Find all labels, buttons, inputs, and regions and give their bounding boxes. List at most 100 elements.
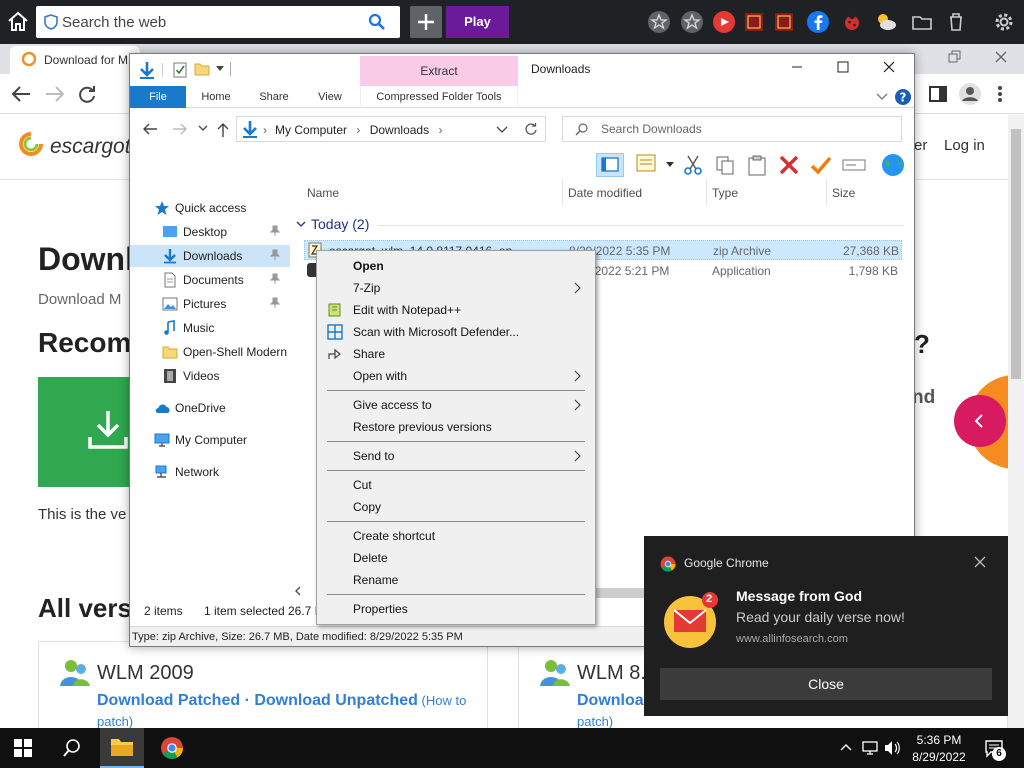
more-vertical-icon[interactable] [996,84,1004,104]
add-button[interactable] [410,6,442,38]
pin-icon[interactable] [270,225,280,237]
nav-documents[interactable]: Documents [130,269,290,291]
clock-date[interactable]: 8/29/2022 [900,750,978,764]
facebook-icon[interactable] [806,10,830,34]
ladybug-icon[interactable] [840,10,864,34]
folder-icon[interactable] [910,10,934,34]
tab-home[interactable]: Home [190,86,242,108]
profile-avatar-icon[interactable] [958,82,982,106]
nav-link-truncated[interactable]: er [914,137,927,154]
column-size[interactable]: Size [832,186,855,200]
refresh-button[interactable] [516,116,546,142]
menu-item-open-with[interactable]: Open with [319,365,593,387]
tab-compressed-folder-tools[interactable]: Compressed Folder Tools [360,86,518,108]
menu-item-cut[interactable]: Cut [319,474,593,496]
back-arrow-icon[interactable] [142,122,158,136]
rename-field-icon[interactable] [842,154,866,176]
chevron-down-icon[interactable] [876,91,888,101]
web-search-box[interactable] [36,6,400,38]
menu-item-open[interactable]: Open [319,255,593,277]
group-header-today[interactable]: Today (2) [311,216,369,232]
view-dropdown-icon[interactable] [666,162,674,168]
bookmark-star-icon[interactable] [680,10,704,34]
nav-quick-access[interactable]: Quick access [130,197,290,219]
close-icon[interactable] [994,50,1008,64]
menu-item-share[interactable]: Share [319,343,593,365]
column-date-modified[interactable]: Date modified [568,186,642,200]
windows-start-icon[interactable] [14,739,32,757]
home-icon[interactable] [6,10,30,34]
menu-item-copy[interactable]: Copy [319,496,593,518]
explorer-search-input[interactable] [601,122,881,136]
notification-close-button[interactable]: Close [660,668,992,700]
clock-time[interactable]: 5:36 PM [900,733,978,747]
menu-item-properties[interactable]: Properties [319,598,593,620]
close-icon[interactable] [974,556,986,568]
film-icon[interactable] [742,10,766,34]
extract-tab-header[interactable]: Extract [360,56,518,86]
download-unpatched-link[interactable]: Download Unpatched [254,692,418,709]
pin-icon[interactable] [270,249,280,261]
nav-videos[interactable]: Videos [130,365,290,387]
star-icon[interactable] [647,10,671,34]
cut-scissors-icon[interactable] [682,154,704,176]
trash-icon[interactable] [944,10,968,34]
recent-locations-icon[interactable] [198,124,208,132]
chevron-down-icon[interactable] [296,220,306,228]
up-arrow-icon[interactable] [216,122,230,138]
nav-desktop[interactable]: Desktop [130,221,290,243]
pin-icon[interactable] [270,273,280,285]
scrollbar-thumb[interactable] [1011,129,1021,379]
breadcrumb-my-computer[interactable]: My Computer [275,123,347,137]
taskbar-file-explorer[interactable] [100,728,144,768]
back-arrow-icon[interactable] [10,84,32,104]
tab-share[interactable]: Share [248,86,300,108]
address-dropdown-icon[interactable] [496,124,508,134]
reload-icon[interactable] [76,84,98,104]
menu-item-7zip[interactable]: 7-Zip [319,277,593,299]
nav-music[interactable]: Music [130,317,290,339]
nav-my-computer[interactable]: My Computer [130,429,290,451]
taskbar-chrome-icon[interactable] [160,736,184,760]
qat-dropdown-icon[interactable] [216,66,224,72]
menu-item-give-access[interactable]: Give access to [319,394,593,416]
login-link[interactable]: Log in [944,137,985,154]
column-divider[interactable] [562,180,563,206]
restore-icon[interactable] [948,50,962,64]
nav-network[interactable]: Network [130,461,290,483]
help-icon[interactable]: ? [894,88,912,106]
menu-item-notepad[interactable]: Edit with Notepad++ [319,299,593,321]
forward-arrow-icon[interactable] [44,84,66,104]
globe-icon[interactable] [880,152,906,178]
how-to-link[interactable]: (How to [418,693,467,708]
preview-pane-button[interactable] [596,153,624,177]
nav-open-shell[interactable]: Open-Shell Modern [130,341,290,363]
new-folder-icon[interactable] [194,61,210,77]
gear-icon[interactable] [992,10,1016,34]
patch-link[interactable]: patch) [97,714,133,728]
explorer-search-box[interactable] [562,116,902,142]
film-strip-icon[interactable] [772,10,796,34]
nav-downloads[interactable]: Downloads [130,245,290,267]
download-patched-link[interactable]: Download Patched [97,692,240,709]
breadcrumb-downloads[interactable]: Downloads [370,123,429,137]
minimize-icon[interactable] [790,60,804,74]
chevron-up-icon[interactable] [840,742,852,752]
download-card[interactable] [38,377,138,487]
side-panel-icon[interactable] [928,84,948,104]
web-search-input[interactable] [62,11,362,33]
copy-icon[interactable] [714,154,736,176]
youtube-icon[interactable] [712,10,736,34]
column-divider[interactable] [706,180,707,206]
delete-x-icon[interactable] [778,154,800,176]
forward-arrow-icon[interactable] [172,122,188,136]
scroll-left-icon[interactable] [294,586,302,596]
site-logo-text[interactable]: escargot [50,135,131,159]
search-icon[interactable] [62,738,82,758]
close-icon[interactable] [882,60,896,74]
menu-item-defender[interactable]: Scan with Microsoft Defender... [319,321,593,343]
menu-item-send-to[interactable]: Send to [319,445,593,467]
menu-item-create-shortcut[interactable]: Create shortcut [319,525,593,547]
checkmark-icon[interactable] [810,154,832,176]
nav-pictures[interactable]: Pictures [130,293,290,315]
